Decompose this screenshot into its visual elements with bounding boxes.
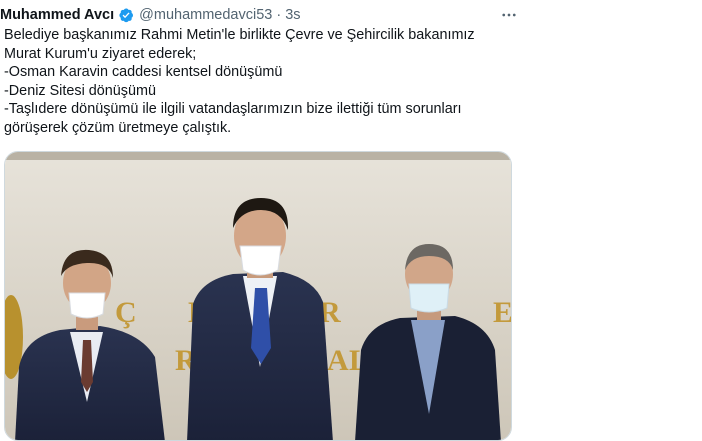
- separator-dot: ·: [276, 7, 282, 23]
- tweet-photo[interactable]: Ç E V R E R O A L: [4, 151, 512, 441]
- more-options-icon[interactable]: [498, 4, 520, 26]
- tweet-text-line: Belediye başkanımız Rahmi Metin'le birli…: [4, 27, 475, 43]
- verified-badge-icon: [118, 7, 134, 23]
- ceiling-strip: [5, 152, 511, 160]
- tweet-text-line: -Taşlıdere dönüşümü ile ilgili vatandaşl…: [4, 101, 462, 118]
- tweet-text-line: Murat Kurum'u ziyaret ederek;: [4, 45, 197, 62]
- wall-letter: A: [327, 344, 349, 377]
- photo-illustration: Ç E V R E R O A L: [5, 152, 512, 440]
- wall-letter: Ç: [115, 296, 137, 329]
- author-name[interactable]: Muhammed Avcı: [0, 7, 114, 23]
- tweet-header: Muhammed Avcı @muhammedavci53 · 3s: [0, 4, 520, 26]
- tweet-text: Belediye başkanımız Rahmi Metin'le birli…: [4, 26, 510, 138]
- tweet-text-line: görüşerek çözüm üretmeye çalıştık.: [4, 119, 232, 136]
- tweet-timestamp[interactable]: 3s: [285, 7, 300, 23]
- wall-letter: E: [493, 296, 512, 329]
- tweet-text-line: -Deniz Sitesi dönüşümü: [4, 82, 156, 99]
- author-handle[interactable]: @muhammedavci53: [139, 7, 272, 23]
- tweet-text-line: -Osman Karavin caddesi kentsel dönüşümü: [4, 64, 283, 81]
